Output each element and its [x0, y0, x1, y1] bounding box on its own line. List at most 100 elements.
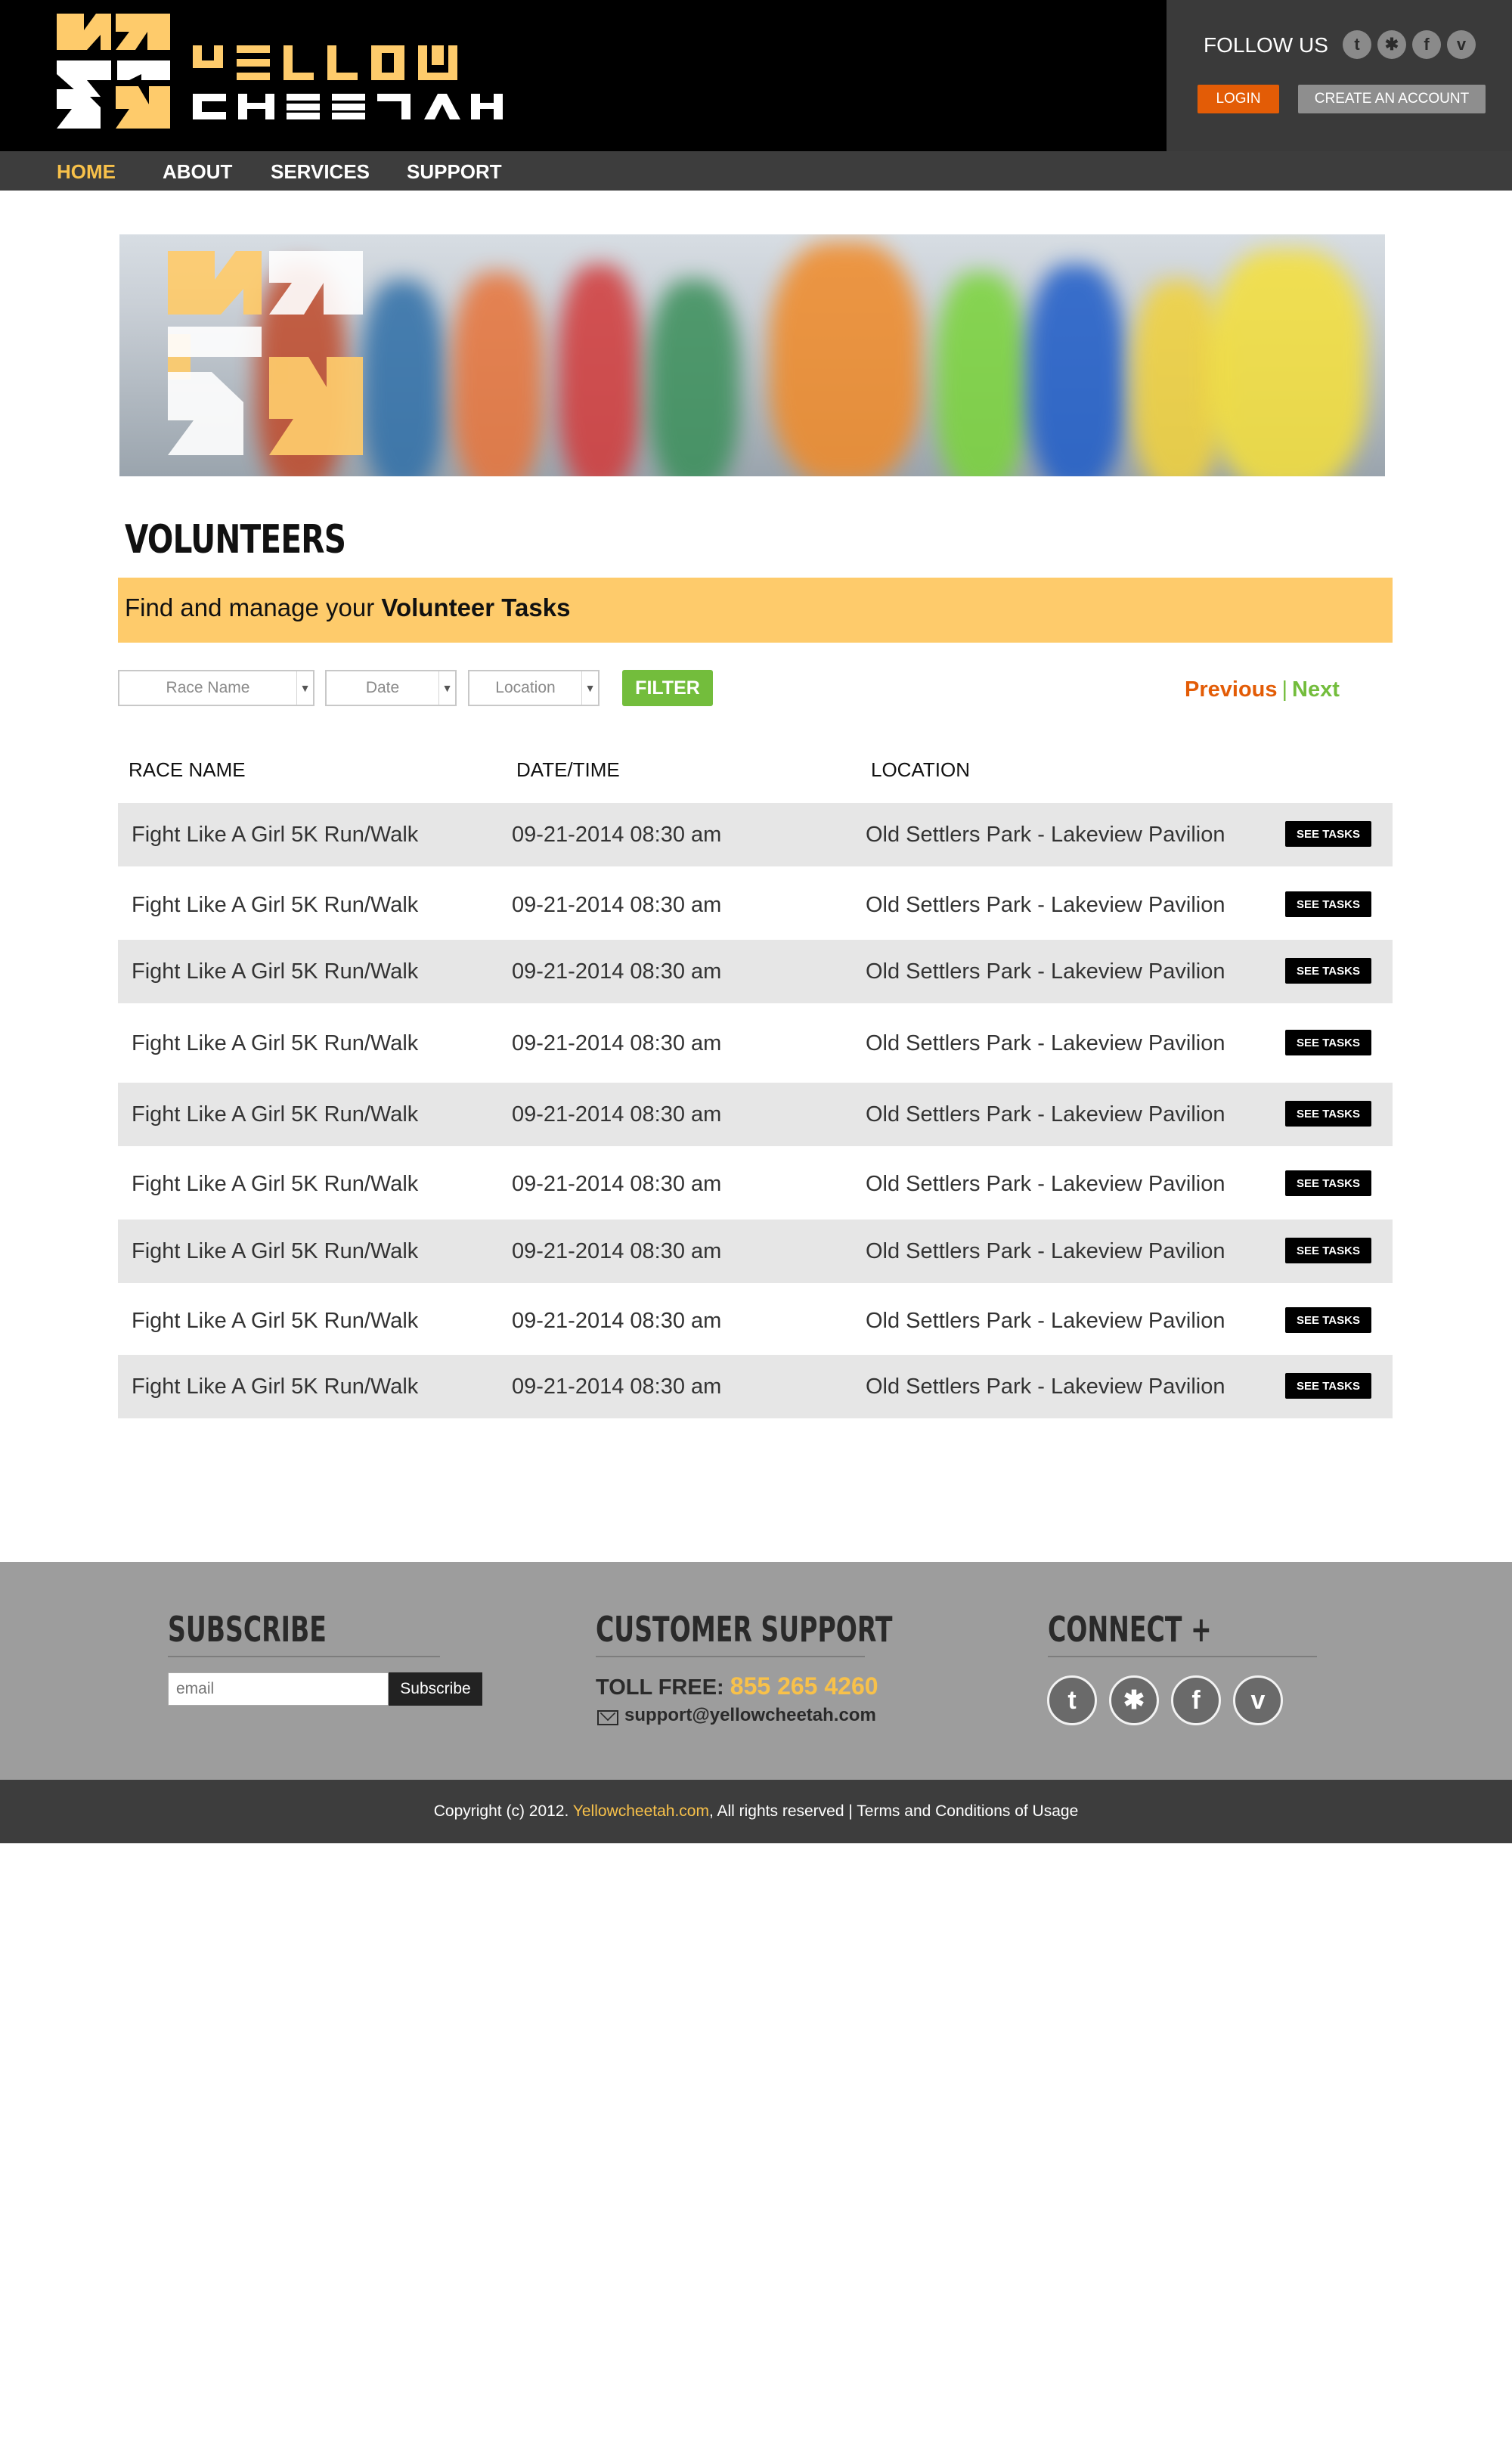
pagination: Previous | Next	[1185, 677, 1340, 702]
see-tasks-button[interactable]: SEE TASKS	[1285, 1030, 1371, 1055]
location-cell: Old Settlers Park - Lakeview Pavilion	[866, 1308, 1225, 1333]
twitter-icon[interactable]: t	[1343, 30, 1371, 59]
header-account-panel	[1167, 0, 1512, 151]
location-cell: Old Settlers Park - Lakeview Pavilion	[866, 822, 1225, 847]
date-time-cell: 09-21-2014 08:30 am	[512, 1308, 722, 1333]
facebook-icon[interactable]: f	[1171, 1675, 1221, 1725]
race-name-cell: Fight Like A Girl 5K Run/Walk	[132, 1171, 419, 1196]
race-name-cell: Fight Like A Girl 5K Run/Walk	[132, 1238, 419, 1263]
facebook-icon[interactable]: f	[1412, 30, 1441, 59]
date-time-cell: 09-21-2014 08:30 am	[512, 892, 722, 917]
yelp-icon[interactable]: ✱	[1377, 30, 1406, 59]
site-footer	[0, 1562, 1512, 1780]
see-tasks-button[interactable]: SEE TASKS	[1285, 1101, 1371, 1127]
location-cell: Old Settlers Park - Lakeview Pavilion	[866, 1031, 1225, 1055]
filter-button[interactable]: FILTER	[622, 670, 713, 706]
table-row: Fight Like A Girl 5K Run/Walk 09-21-2014 …	[118, 1152, 1393, 1216]
chevron-down-icon: ▼	[296, 671, 313, 705]
date-time-cell: 09-21-2014 08:30 am	[512, 1374, 722, 1399]
nav-item-about[interactable]: ABOUT	[163, 160, 232, 184]
date-time-cell: 09-21-2014 08:30 am	[512, 1238, 722, 1263]
banner-text: Find and manage your Volunteer Tasks	[125, 594, 570, 622]
connect-divider	[1048, 1656, 1317, 1657]
date-time-cell: 09-21-2014 08:30 am	[512, 1102, 722, 1127]
banner-prefix: Find and manage your	[125, 594, 382, 621]
chevron-down-icon: ▼	[581, 671, 598, 705]
mail-icon	[597, 1710, 618, 1725]
race-name-placeholder: Race Name	[166, 679, 250, 696]
toll-free-number[interactable]: 855 265 4260	[730, 1672, 878, 1700]
twitter-icon[interactable]: t	[1047, 1675, 1097, 1725]
table-row: Fight Like A Girl 5K Run/Walk 09-21-2014 …	[118, 803, 1393, 866]
vimeo-icon[interactable]: v	[1233, 1675, 1283, 1725]
location-cell: Old Settlers Park - Lakeview Pavilion	[866, 1102, 1225, 1127]
column-header-location: LOCATION	[871, 758, 970, 781]
hero-logo-mark	[168, 251, 363, 455]
race-name-cell: Fight Like A Girl 5K Run/Walk	[132, 959, 419, 984]
see-tasks-button[interactable]: SEE TASKS	[1285, 891, 1371, 917]
header-social-links: t ✱ f v	[1343, 30, 1476, 59]
date-time-cell: 09-21-2014 08:30 am	[512, 1031, 722, 1055]
see-tasks-button[interactable]: SEE TASKS	[1285, 821, 1371, 847]
subscribe-button[interactable]: Subscribe	[389, 1672, 482, 1706]
banner-highlight: Volunteer Tasks	[381, 594, 571, 621]
see-tasks-button[interactable]: SEE TASKS	[1285, 1238, 1371, 1263]
subscribe-email-input[interactable]	[168, 1672, 389, 1706]
follow-us-label: FOLLOW US	[1204, 33, 1328, 57]
location-cell: Old Settlers Park - Lakeview Pavilion	[866, 1238, 1225, 1263]
footer-social-links: t ✱ f v	[1047, 1675, 1283, 1725]
copyright-suffix: , All rights reserved | Terms and Condit…	[708, 1802, 1079, 1820]
table-row: Fight Like A Girl 5K Run/Walk 09-21-2014 …	[118, 1083, 1393, 1146]
page-title: VOLUNTEERS	[125, 517, 346, 563]
yelp-icon[interactable]: ✱	[1109, 1675, 1159, 1725]
copyright-brand-link[interactable]: Yellowcheetah.com	[573, 1802, 709, 1820]
location-cell: Old Settlers Park - Lakeview Pavilion	[866, 892, 1225, 917]
race-name-cell: Fight Like A Girl 5K Run/Walk	[132, 1374, 419, 1399]
vimeo-icon[interactable]: v	[1447, 30, 1476, 59]
column-header-date-time: DATE/TIME	[516, 758, 620, 781]
main-nav: HOME ABOUT SERVICES SUPPORT	[0, 151, 1512, 191]
date-placeholder: Date	[365, 679, 400, 696]
location-select[interactable]: Location ▼	[468, 670, 600, 706]
table-row: Fight Like A Girl 5K Run/Walk 09-21-2014 …	[118, 1355, 1393, 1418]
login-button[interactable]: LOGIN	[1198, 85, 1279, 113]
nav-item-services[interactable]: SERVICES	[271, 160, 370, 184]
yellow-cheetah-logo[interactable]	[57, 14, 503, 129]
copyright-text: Copyright (c) 2012. Yellowcheetah.com, A…	[0, 1802, 1512, 1821]
pager-separator: |	[1281, 677, 1288, 702]
race-name-cell: Fight Like A Girl 5K Run/Walk	[132, 822, 419, 847]
see-tasks-button[interactable]: SEE TASKS	[1285, 958, 1371, 984]
customer-support-heading: CUSTOMER SUPPORT	[596, 1609, 893, 1650]
hero-banner-image	[119, 234, 1385, 476]
race-name-select[interactable]: Race Name ▼	[118, 670, 314, 706]
support-email-link[interactable]: support@yellowcheetah.com	[624, 1705, 876, 1726]
race-name-cell: Fight Like A Girl 5K Run/Walk	[132, 1031, 419, 1055]
race-name-cell: Fight Like A Girl 5K Run/Walk	[132, 1308, 419, 1333]
location-placeholder: Location	[495, 679, 556, 696]
see-tasks-button[interactable]: SEE TASKS	[1285, 1373, 1371, 1399]
nav-item-support[interactable]: SUPPORT	[407, 160, 502, 184]
connect-heading: CONNECT +	[1048, 1609, 1212, 1650]
support-divider	[596, 1656, 865, 1657]
date-time-cell: 09-21-2014 08:30 am	[512, 959, 722, 984]
create-account-button[interactable]: CREATE AN ACCOUNT	[1298, 85, 1486, 113]
see-tasks-button[interactable]: SEE TASKS	[1285, 1307, 1371, 1333]
toll-free-label: TOLL FREE:	[596, 1675, 724, 1700]
location-cell: Old Settlers Park - Lakeview Pavilion	[866, 959, 1225, 984]
next-link[interactable]: Next	[1292, 677, 1340, 702]
race-name-cell: Fight Like A Girl 5K Run/Walk	[132, 1102, 419, 1127]
subscribe-divider	[168, 1656, 440, 1657]
table-row: Fight Like A Girl 5K Run/Walk 09-21-2014 …	[118, 940, 1393, 1003]
chevron-down-icon: ▼	[438, 671, 455, 705]
nav-item-home[interactable]: HOME	[57, 160, 116, 184]
race-name-cell: Fight Like A Girl 5K Run/Walk	[132, 892, 419, 917]
copyright-prefix: Copyright (c) 2012.	[433, 1802, 573, 1820]
table-row: Fight Like A Girl 5K Run/Walk 09-21-2014 …	[118, 1012, 1393, 1075]
see-tasks-button[interactable]: SEE TASKS	[1285, 1170, 1371, 1196]
date-time-cell: 09-21-2014 08:30 am	[512, 822, 722, 847]
column-header-race-name: RACE NAME	[129, 758, 246, 781]
date-select[interactable]: Date ▼	[325, 670, 457, 706]
previous-link[interactable]: Previous	[1185, 677, 1278, 702]
location-cell: Old Settlers Park - Lakeview Pavilion	[866, 1374, 1225, 1399]
location-cell: Old Settlers Park - Lakeview Pavilion	[866, 1171, 1225, 1196]
